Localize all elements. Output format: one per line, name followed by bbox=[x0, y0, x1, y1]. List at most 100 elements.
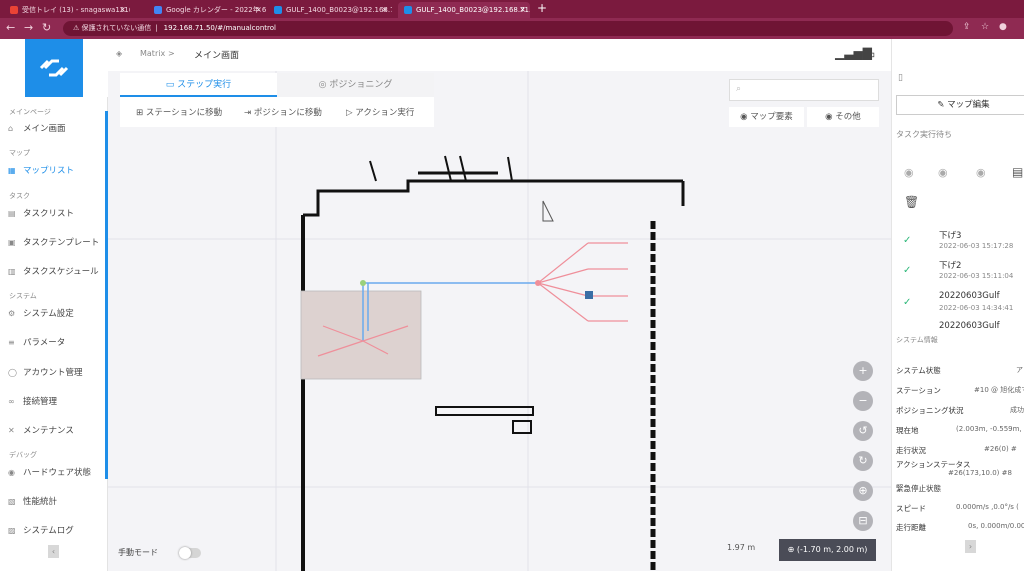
user-icon: ◯ bbox=[8, 368, 17, 377]
sidebar-item-performance[interactable]: ▧ 性能統計 bbox=[0, 492, 106, 512]
sliders-icon: ≡ bbox=[8, 338, 15, 347]
template-icon: ▣ bbox=[8, 238, 16, 247]
share-icon[interactable]: ⇪ bbox=[963, 22, 971, 32]
other-button[interactable]: ◉ その他 bbox=[807, 107, 879, 127]
app-icon bbox=[274, 6, 282, 14]
app-logo bbox=[25, 39, 83, 97]
check-icon: ✓ bbox=[903, 235, 912, 246]
map-edit-button[interactable]: ✎ マップ編集 bbox=[896, 95, 1024, 115]
list-icon: ▤ bbox=[8, 209, 16, 218]
basket-button[interactable]: ⊟ bbox=[853, 511, 873, 531]
browser-tab-gmail[interactable]: 受信トレイ (13) - snagaswa131@g × bbox=[4, 2, 130, 18]
sidebar-item-parameters[interactable]: ≡ パラメータ bbox=[0, 333, 106, 353]
right-panel: ▯ ✎ マップ編集 タスク実行待ち ◉ ◉ ◉ ▤ 🗑 ✓ 下げ3 2022-0… bbox=[891, 39, 1024, 571]
map-canvas[interactable]: ▭ ステップ実行 ◎ ポジショニング ⊞ ステーションに移動 ⇥ ポジションに移… bbox=[108, 71, 891, 571]
search-icon: ⌕ bbox=[736, 84, 742, 94]
browser-tab-gulf-1[interactable]: GULF_1400_B0023@192.168.71.5× bbox=[268, 2, 392, 18]
play-icon[interactable]: ◉ bbox=[904, 166, 914, 179]
back-icon[interactable]: ← bbox=[6, 21, 15, 34]
task-waiting-label: タスク実行待ち bbox=[896, 130, 952, 139]
map-search-input[interactable]: ⌕ bbox=[729, 79, 879, 101]
arrow-icon: ⇥ bbox=[244, 108, 254, 118]
close-icon[interactable]: × bbox=[255, 2, 262, 18]
sidebar-item-system-log[interactable]: ▨ システムログ bbox=[0, 521, 106, 541]
sidebar-item-task-schedule[interactable]: ▥ タスクスケジュール bbox=[0, 262, 106, 282]
chart-icon: ▧ bbox=[8, 497, 16, 506]
chip-icon: ◉ bbox=[8, 468, 15, 477]
tab-positioning[interactable]: ◎ ポジショニング bbox=[277, 73, 434, 97]
eye-icon: ◉ bbox=[825, 112, 836, 122]
new-tab-icon[interactable]: + bbox=[537, 1, 547, 15]
sidebar-item-maintenance[interactable]: ✕ メンテナンス bbox=[0, 421, 106, 441]
check-icon: ✓ bbox=[903, 297, 912, 308]
panel-icon: ▯ bbox=[898, 73, 903, 83]
wrench-icon: ✕ bbox=[8, 426, 15, 435]
sidebar-item-task-template[interactable]: ▣ タスクテンプレート bbox=[0, 233, 106, 253]
tab-step-execution[interactable]: ▭ ステップ実行 bbox=[120, 73, 277, 97]
station-icon: ⊞ bbox=[136, 108, 146, 118]
close-icon[interactable]: × bbox=[519, 2, 526, 18]
stop-icon[interactable]: ◉ bbox=[976, 166, 986, 179]
scale-label: 1.97 m bbox=[727, 543, 756, 552]
sidebar-item-task-list[interactable]: ▤ タスクリスト bbox=[0, 204, 106, 224]
browser-tab-calendar[interactable]: Google カレンダー - 2022年 6月 3日× bbox=[148, 2, 266, 18]
zoom-in-button[interactable]: + bbox=[853, 361, 873, 381]
browser-tab-gulf-2[interactable]: GULF_1400_B0023@192.168.71.5 × bbox=[398, 2, 530, 18]
map-elements-button[interactable]: ◉ マップ要素 bbox=[729, 107, 804, 127]
profile-icon[interactable]: ● bbox=[999, 22, 1007, 32]
logo-icon bbox=[39, 59, 69, 77]
close-icon[interactable]: × bbox=[381, 2, 388, 18]
sidebar-item-hardware[interactable]: ◉ ハードウェア状態 bbox=[0, 463, 106, 483]
move-to-station-button[interactable]: ⊞ ステーションに移動 bbox=[136, 106, 222, 118]
log-icon: ▨ bbox=[8, 526, 16, 535]
close-icon[interactable]: × bbox=[119, 2, 126, 18]
center-button[interactable]: ⊕ bbox=[853, 481, 873, 501]
app-icon bbox=[404, 6, 412, 14]
basket-icon: ⊟ bbox=[858, 514, 868, 527]
crosshair-icon: ⊕ bbox=[858, 484, 868, 497]
header: ◈ Matrix > メイン画面 ▁▃▅▇ ▭ ⫼ ⛶ ▢ 0 deploy ∨ bbox=[108, 39, 1009, 71]
warning-icon: ⚠ bbox=[73, 24, 82, 32]
link-icon: ∞ bbox=[8, 397, 15, 406]
trash-icon[interactable]: 🗑 bbox=[904, 195, 919, 209]
pause-icon[interactable]: ◉ bbox=[938, 166, 948, 179]
crosshair-icon: ⊕ bbox=[787, 545, 797, 554]
rotate-left-button[interactable]: ↺ bbox=[853, 421, 873, 441]
sidebar-section-system: システム bbox=[9, 292, 37, 300]
zoom-in-icon: + bbox=[858, 364, 868, 377]
sidebar-item-main-screen[interactable]: ⌂ メイン画面 bbox=[0, 119, 106, 139]
play-icon: ▷ bbox=[346, 108, 356, 118]
sidebar-section-map: マップ bbox=[9, 149, 30, 157]
gmail-icon bbox=[10, 6, 18, 14]
sidebar-item-account[interactable]: ◯ アカウント管理 bbox=[0, 363, 106, 383]
rotate-right-icon: ↻ bbox=[858, 454, 868, 467]
sidebar-section-main: メインページ bbox=[9, 108, 51, 116]
url-field[interactable]: ⚠ 保護されていない通信 | 192.168.71.50/#/manualcontr… bbox=[63, 21, 953, 36]
list-item[interactable]: 20220603Gulf bbox=[903, 321, 1023, 329]
sidebar-item-system-settings[interactable]: ⚙ システム設定 bbox=[0, 304, 106, 324]
monitor-icon: ▭ bbox=[165, 80, 178, 90]
rotate-right-button[interactable]: ↻ bbox=[853, 451, 873, 471]
edit-icon: ✎ bbox=[937, 100, 948, 110]
sidebar-item-map-list[interactable]: ▦ マップリスト bbox=[0, 161, 106, 181]
layers-icon: ◈ bbox=[116, 49, 123, 58]
sidebar-item-connection[interactable]: ∞ 接続管理 bbox=[0, 392, 106, 412]
expand-panel-button[interactable]: › bbox=[965, 540, 976, 553]
execute-action-button[interactable]: ▷ アクション実行 bbox=[346, 106, 414, 118]
reload-icon[interactable]: ↻ bbox=[42, 21, 51, 34]
manual-mode-label: 手動モード bbox=[118, 548, 158, 557]
collapse-sidebar-button[interactable]: ‹ bbox=[48, 545, 59, 558]
clipboard-icon[interactable]: ▤ bbox=[1012, 165, 1023, 179]
star-icon[interactable]: ☆ bbox=[981, 22, 989, 32]
forward-icon[interactable]: → bbox=[24, 21, 33, 34]
location-icon: ◎ bbox=[318, 80, 330, 90]
breadcrumb-separator: > bbox=[168, 49, 175, 58]
manual-mode-toggle[interactable] bbox=[179, 547, 201, 559]
breadcrumb-root[interactable]: Matrix bbox=[140, 49, 165, 58]
sidebar-section-debug: デバッグ bbox=[9, 451, 37, 459]
map-drawing[interactable] bbox=[108, 71, 891, 571]
zoom-out-button[interactable]: − bbox=[853, 391, 873, 411]
coordinate-readout: ⊕ (-1.70 m, 2.00 m) bbox=[779, 539, 876, 561]
system-info-title: システム情報 bbox=[896, 336, 938, 344]
move-to-position-button[interactable]: ⇥ ポジションに移動 bbox=[244, 106, 322, 118]
